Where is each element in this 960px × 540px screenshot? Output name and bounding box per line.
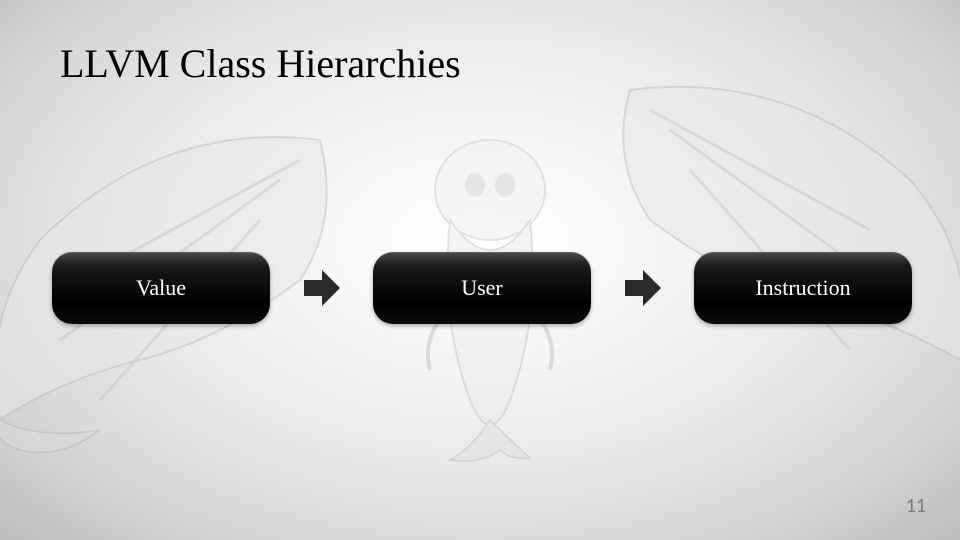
arrow-icon — [300, 266, 344, 310]
arrow-icon — [621, 266, 665, 310]
node-user: User — [373, 252, 591, 324]
page-number: 11 — [906, 494, 926, 518]
dragon-wing-right-decoration — [590, 60, 960, 420]
node-value-label: Value — [136, 275, 186, 301]
node-user-label: User — [461, 275, 503, 301]
node-value: Value — [52, 252, 270, 324]
class-hierarchy-diagram: Value User Instruction — [52, 252, 912, 324]
node-instruction-label: Instruction — [755, 275, 850, 301]
slide-title: LLVM Class Hierarchies — [60, 40, 461, 87]
node-instruction: Instruction — [694, 252, 912, 324]
